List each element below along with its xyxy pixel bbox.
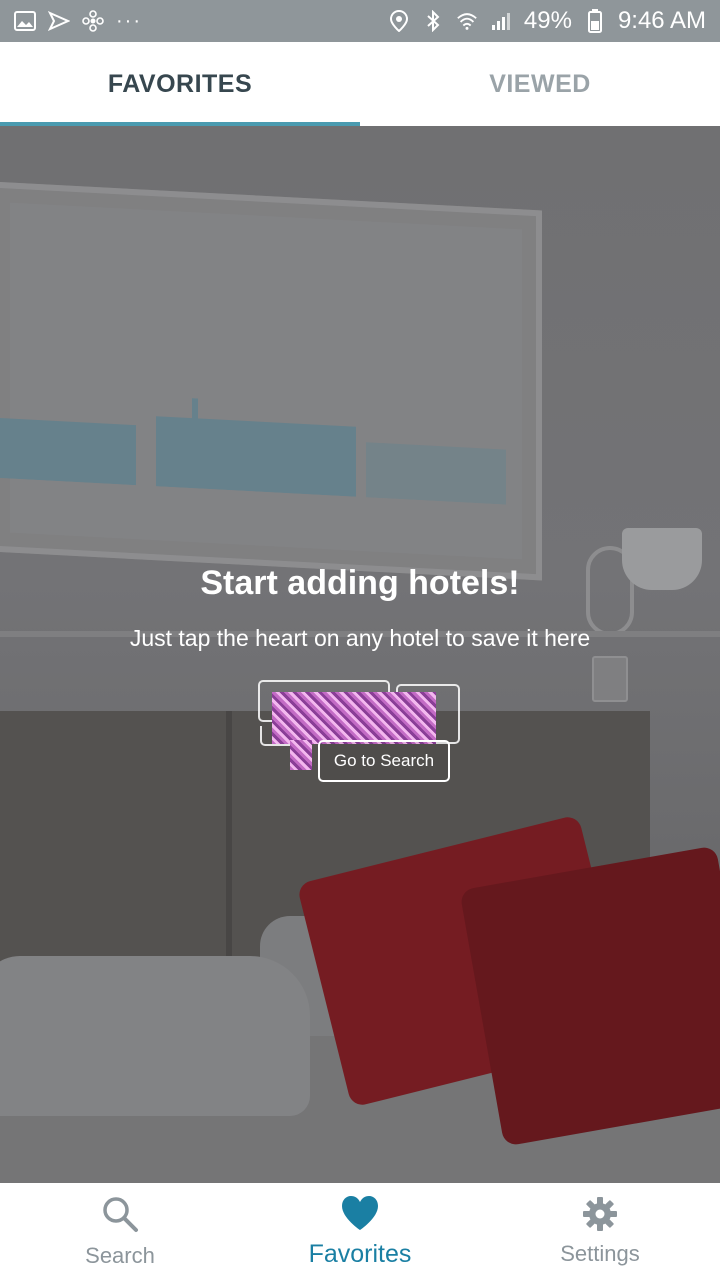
app-root: ··· 49% 9:46 AM FAVORITES VIEWED Start a… <box>0 0 720 1280</box>
empty-state-title: Start adding hotels! <box>200 564 520 602</box>
bottom-navigation: Search Favorites Settings <box>0 1183 720 1280</box>
go-to-search-area: Go to Search <box>250 680 470 790</box>
status-right: 49% 9:46 AM <box>388 7 706 35</box>
nav-settings[interactable]: Settings <box>480 1183 720 1280</box>
tab-viewed[interactable]: VIEWED <box>360 42 720 126</box>
photo-dim-overlay <box>0 126 720 1183</box>
status-left: ··· <box>14 10 142 33</box>
nav-favorites[interactable]: Favorites <box>240 1183 480 1280</box>
nav-settings-label: Settings <box>560 1241 640 1266</box>
image-icon <box>14 10 36 32</box>
location-icon <box>388 10 410 32</box>
bluetooth-icon <box>422 10 444 32</box>
more-dots-icon: ··· <box>116 9 142 32</box>
search-icon <box>100 1194 140 1239</box>
empty-state: Start adding hotels! Just tap the heart … <box>0 564 720 652</box>
wifi-icon <box>456 10 478 32</box>
battery-percent: 49% <box>523 7 572 34</box>
battery-icon <box>584 9 606 33</box>
tab-favorites[interactable]: FAVORITES <box>0 42 360 126</box>
nav-favorites-label: Favorites <box>308 1239 412 1268</box>
top-tabs: FAVORITES VIEWED <box>0 42 720 126</box>
nav-search-label: Search <box>85 1243 155 1268</box>
signal-icon <box>490 10 512 32</box>
nav-search[interactable]: Search <box>0 1183 240 1280</box>
go-to-search-button[interactable]: Go to Search <box>318 740 450 782</box>
empty-state-subtitle: Just tap the heart on any hotel to save … <box>129 625 591 651</box>
status-bar: ··· 49% 9:46 AM <box>0 0 720 42</box>
clock: 9:46 AM <box>617 7 706 34</box>
hero-background: Start adding hotels! Just tap the heart … <box>0 126 720 1183</box>
fan-icon <box>82 10 104 32</box>
rendering-artifact <box>272 692 436 744</box>
heart-icon <box>340 1195 380 1236</box>
rendering-artifact <box>290 740 312 770</box>
gear-icon <box>582 1196 618 1237</box>
send-icon <box>48 10 70 32</box>
